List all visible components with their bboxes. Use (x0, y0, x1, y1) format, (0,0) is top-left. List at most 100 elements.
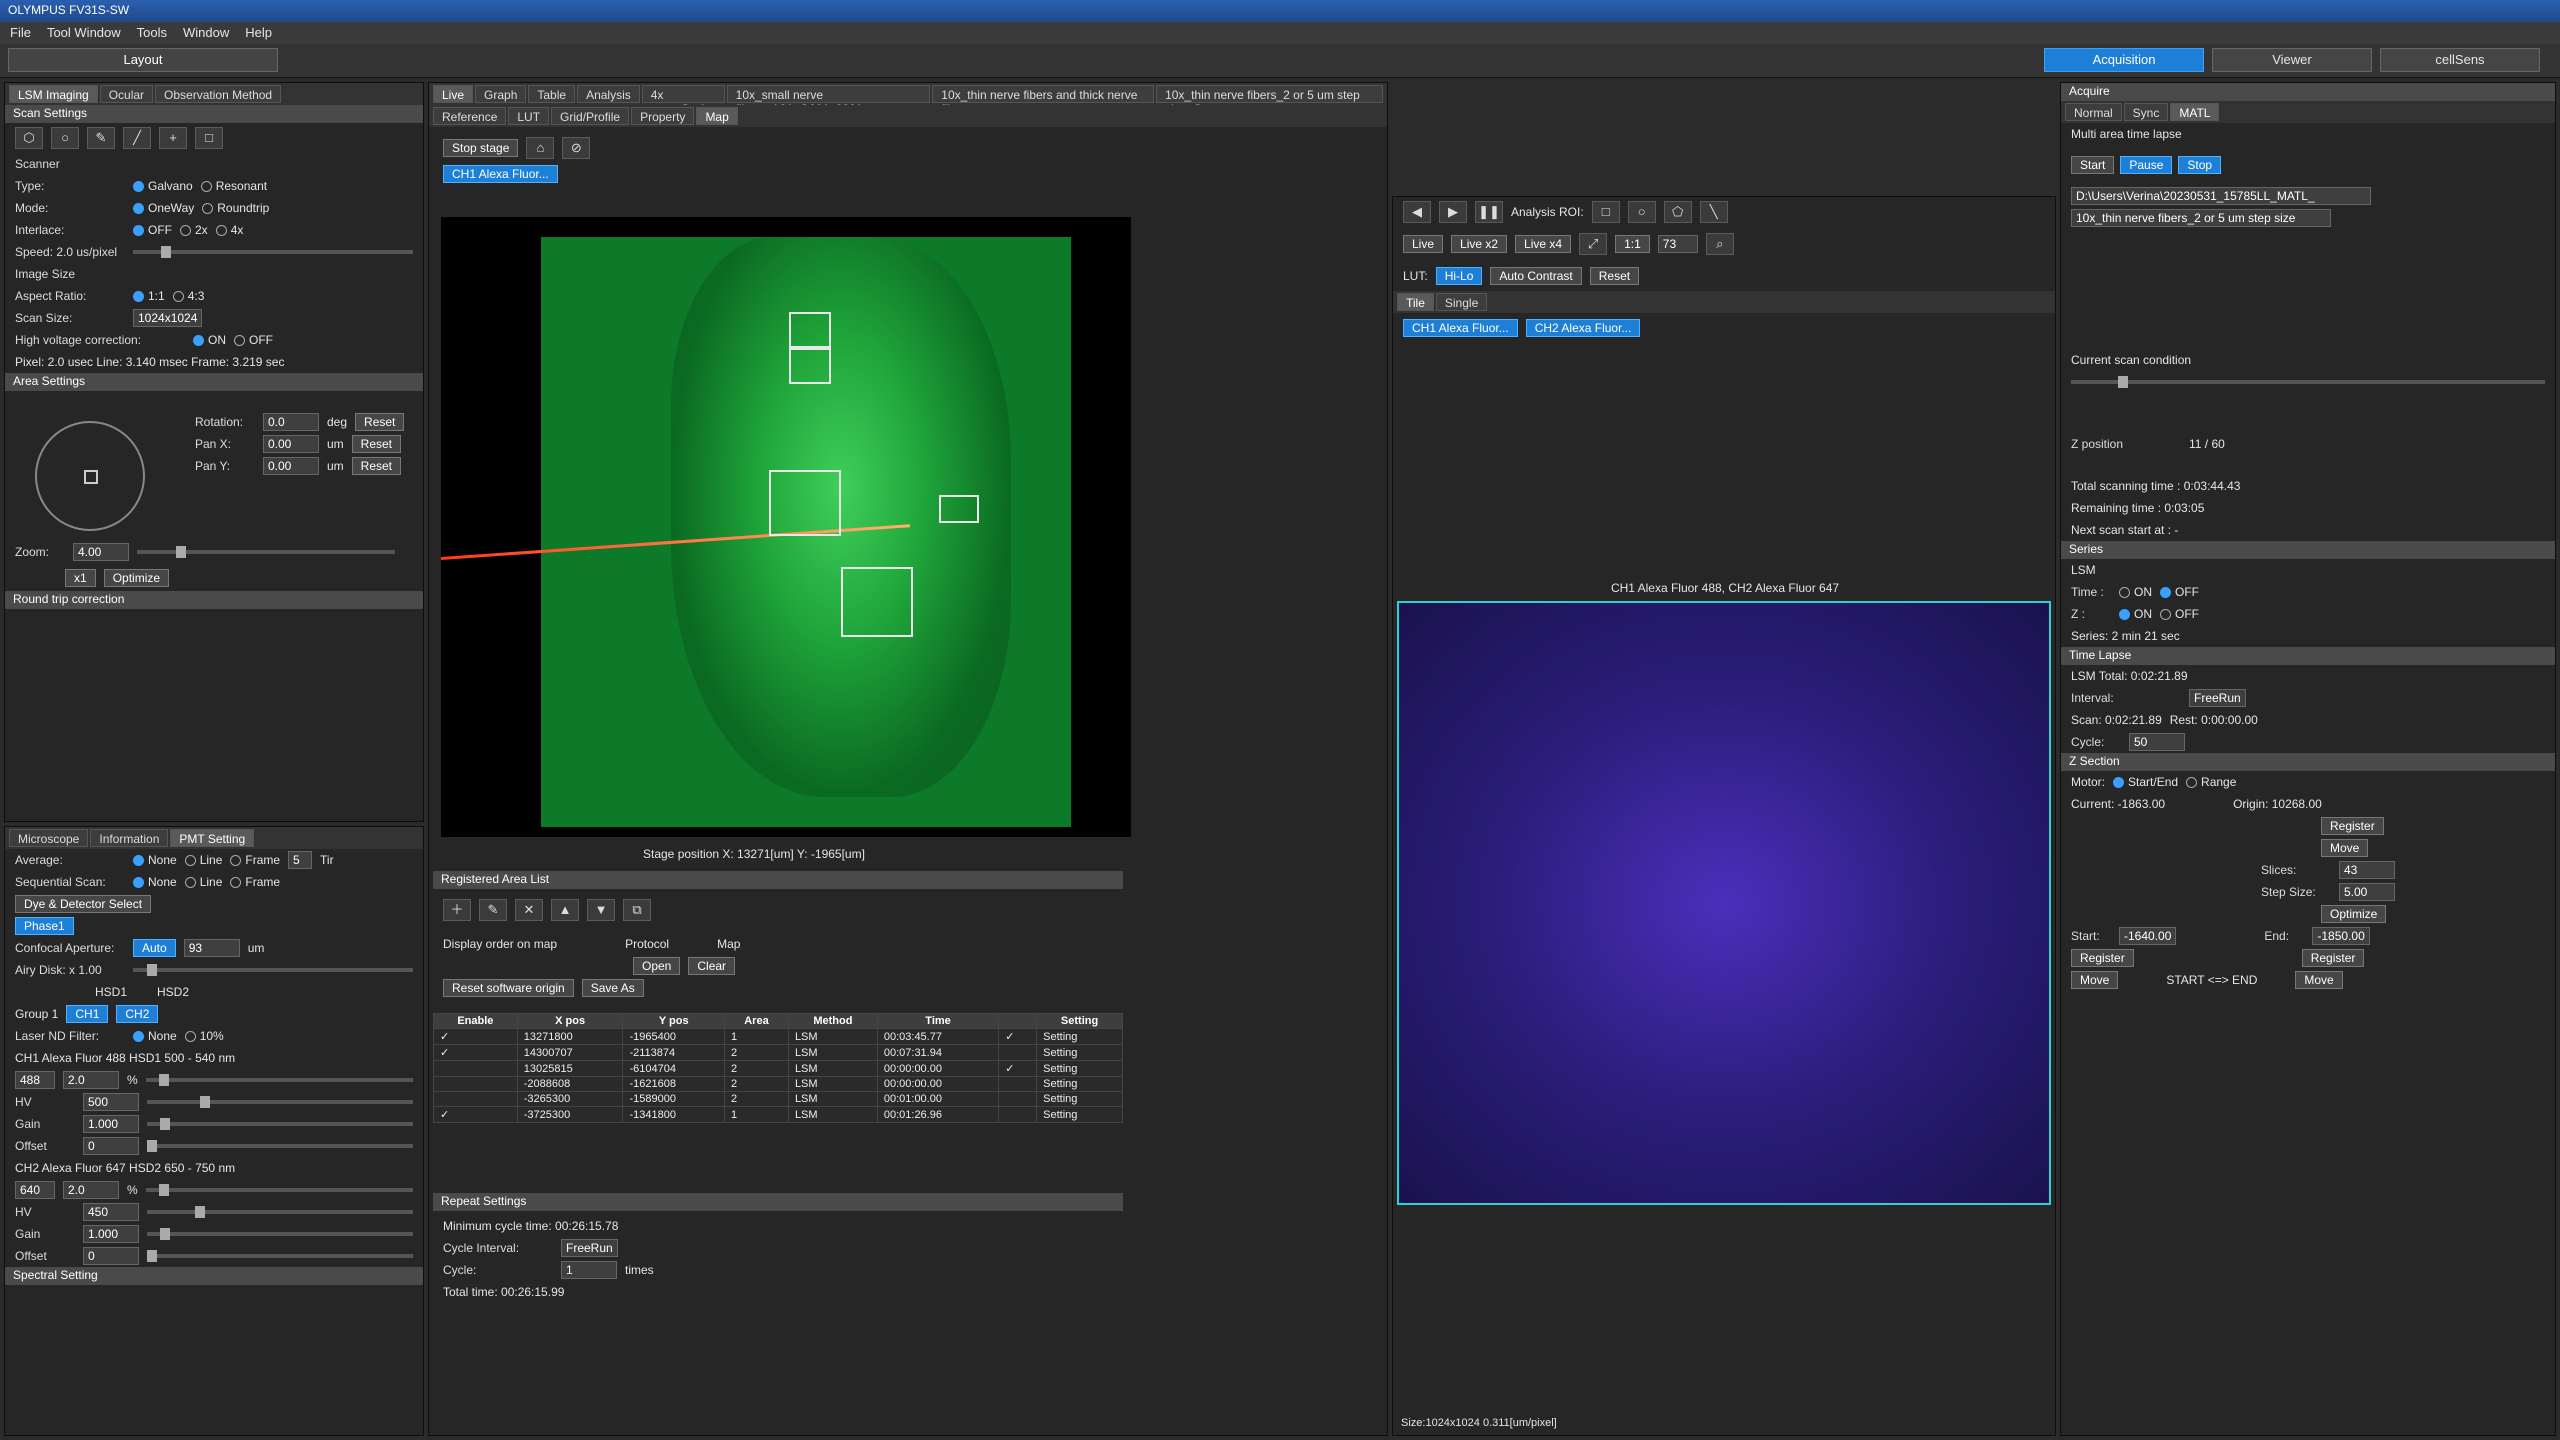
dye-detector-select-button[interactable]: Dye & Detector Select (15, 895, 152, 913)
zoom-percent[interactable]: 73 (1657, 235, 1698, 253)
start-z-input[interactable]: -1640.00 (2119, 927, 2177, 945)
tab-ocular[interactable]: Ocular (99, 85, 154, 103)
confocal-auto-button[interactable]: Auto (133, 939, 176, 957)
tab-analysis[interactable]: Analysis (577, 85, 640, 103)
roi-box[interactable] (939, 495, 979, 523)
repeat-settings-header[interactable]: Repeat Settings (433, 1193, 1123, 1211)
table-row[interactable]: 13025815 -6104704 2 LSM 00:00:00.00 ✓ Setting (433, 1060, 1123, 1077)
table-row[interactable]: ✓ 14300707 -2113874 2 LSM 00:07:31.94 Setting (433, 1044, 1123, 1061)
ch2-offset-slider[interactable] (147, 1250, 413, 1262)
rotation-input[interactable]: 0.0 (263, 413, 319, 431)
start-end-toggle[interactable]: START <=> END (2166, 973, 2257, 987)
tl-cycle-input[interactable]: 50 (2129, 733, 2185, 751)
roi-rect-icon[interactable]: □ (195, 127, 223, 149)
tab-grid-profile[interactable]: Grid/Profile (551, 107, 630, 125)
speed-slider[interactable] (133, 246, 413, 258)
menu-tool-window[interactable]: Tool Window (47, 25, 121, 41)
lut-hilo-button[interactable]: Hi-Lo (1435, 267, 1483, 285)
col-area[interactable]: Area (724, 1013, 789, 1029)
pany-input[interactable]: 0.00 (263, 457, 319, 475)
fit-icon[interactable]: ⤢ (1579, 233, 1608, 255)
cycle-interval-select[interactable]: FreeRun (561, 1239, 618, 1257)
tab-normal[interactable]: Normal (2065, 103, 2122, 121)
roi-point-icon[interactable]: + (159, 127, 187, 149)
ch1-laser[interactable]: 488 (15, 1071, 55, 1089)
roi-box[interactable] (841, 567, 913, 637)
zoom-optimize-button[interactable]: Optimize (103, 569, 170, 587)
phase1-tab[interactable]: Phase1 (15, 917, 74, 935)
ch1-gain[interactable]: 1.000 (83, 1115, 139, 1133)
slices-input[interactable]: 43 (2339, 861, 2395, 879)
live-button[interactable]: Live (1403, 235, 1444, 253)
tab-table[interactable]: Table (528, 85, 576, 103)
tab-doc-1[interactable]: 10x_small nerve fibers_A01_G001_0001 (726, 85, 931, 105)
ch2-laser-slider[interactable] (145, 1184, 413, 1196)
ch2-laser-pct[interactable]: 2.0 (63, 1181, 119, 1199)
airy-slider[interactable] (133, 964, 413, 976)
scan-size-select[interactable]: 1024x1024 (133, 309, 203, 327)
area-delete-icon[interactable]: ✕ (515, 899, 543, 921)
live-x2-button[interactable]: Live x2 (1451, 235, 1508, 253)
tab-property[interactable]: Property (631, 107, 695, 125)
ch2-button[interactable]: CH2 (116, 1005, 159, 1023)
mode-oneway-radio[interactable]: OneWay (133, 201, 194, 215)
map-image[interactable] (440, 217, 1131, 837)
tab-viewer[interactable]: Viewer (2212, 48, 2372, 72)
time-on-radio[interactable]: ON (2119, 585, 2152, 599)
viewer-ch1-chip[interactable]: CH1 Alexa Fluor... (1403, 319, 1518, 337)
ch2-gain[interactable]: 1.000 (83, 1225, 139, 1243)
area-down-icon[interactable]: ▼ (587, 899, 615, 921)
area-settings-header[interactable]: Area Settings (5, 373, 423, 391)
roi-polygon-icon[interactable]: ⬡ (15, 127, 43, 149)
col-xpos[interactable]: X pos (516, 1013, 624, 1029)
area-up-icon[interactable]: ▲ (551, 899, 579, 921)
spectral-setting-header[interactable]: Spectral Setting (5, 1267, 423, 1285)
roi-box[interactable] (789, 348, 831, 384)
tab-lsm-imaging[interactable]: LSM Imaging (9, 85, 98, 103)
z-optimize-button[interactable]: Optimize (2321, 905, 2387, 923)
roi-polygon-icon[interactable]: ⬠ (1663, 201, 1692, 223)
stop-button[interactable]: Stop (2178, 156, 2222, 174)
protocol-open-button[interactable]: Open (633, 957, 681, 975)
z-on-radio[interactable]: ON (2119, 607, 2152, 621)
map-clear-button[interactable]: Clear (688, 957, 736, 975)
tab-pmt-setting[interactable]: PMT Setting (170, 829, 255, 847)
roi-circle-icon[interactable]: ○ (51, 127, 79, 149)
start-move-button[interactable]: Move (2071, 971, 2119, 989)
ch1-laser-pct[interactable]: 2.0 (63, 1071, 119, 1089)
start-button[interactable]: Start (2071, 156, 2115, 174)
tab-lut[interactable]: LUT (508, 107, 550, 125)
time-off-radio[interactable]: OFF (2160, 585, 2199, 599)
map-channel-chip[interactable]: CH1 Alexa Fluor... (443, 165, 558, 183)
tab-information[interactable]: Information (90, 829, 169, 847)
pause-button[interactable]: Pause (2120, 156, 2173, 174)
menu-window[interactable]: Window (183, 25, 229, 41)
ch2-hv[interactable]: 450 (83, 1203, 139, 1221)
start-register-button[interactable]: Register (2071, 949, 2134, 967)
file-name[interactable]: 10x_thin nerve fibers_2 or 5 um step siz… (2071, 209, 2331, 227)
z-section-header[interactable]: Z Section (2061, 753, 2555, 771)
interlace-2x-radio[interactable]: 2x (180, 223, 208, 237)
live-x4-button[interactable]: Live x4 (1515, 235, 1572, 253)
tab-sync[interactable]: Sync (2123, 103, 2169, 121)
col-ypos[interactable]: Y pos (622, 1013, 725, 1029)
z-off-radio[interactable]: OFF (2160, 607, 2199, 621)
table-row[interactable]: ✓ 13271800 -1965400 1 LSM 00:03:45.77 ✓ Setting (433, 1028, 1123, 1045)
nd-none-radio[interactable]: None (133, 1029, 177, 1043)
step-size-input[interactable]: 5.00 (2339, 883, 2395, 901)
cycle-input[interactable]: 1 (561, 1261, 617, 1279)
tab-live[interactable]: Live (433, 85, 474, 103)
col-setting[interactable]: Setting (1036, 1013, 1123, 1029)
ch1-hv[interactable]: 500 (83, 1093, 139, 1111)
roi-line-icon[interactable]: ╲ (1699, 201, 1728, 223)
average-count[interactable]: 5 (288, 851, 313, 869)
pause-icon[interactable]: ❚❚ (1475, 201, 1503, 223)
series-header[interactable]: Series (2061, 541, 2555, 559)
interlace-off-radio[interactable]: OFF (133, 223, 172, 237)
rotation-reset-button[interactable]: Reset (355, 413, 405, 431)
interval-select[interactable]: FreeRun (2189, 689, 2246, 707)
tab-matl[interactable]: MATL (2170, 103, 2220, 121)
ch2-laser[interactable]: 640 (15, 1181, 55, 1199)
pany-reset-button[interactable]: Reset (351, 457, 402, 475)
col-time[interactable]: Time (876, 1013, 1000, 1029)
